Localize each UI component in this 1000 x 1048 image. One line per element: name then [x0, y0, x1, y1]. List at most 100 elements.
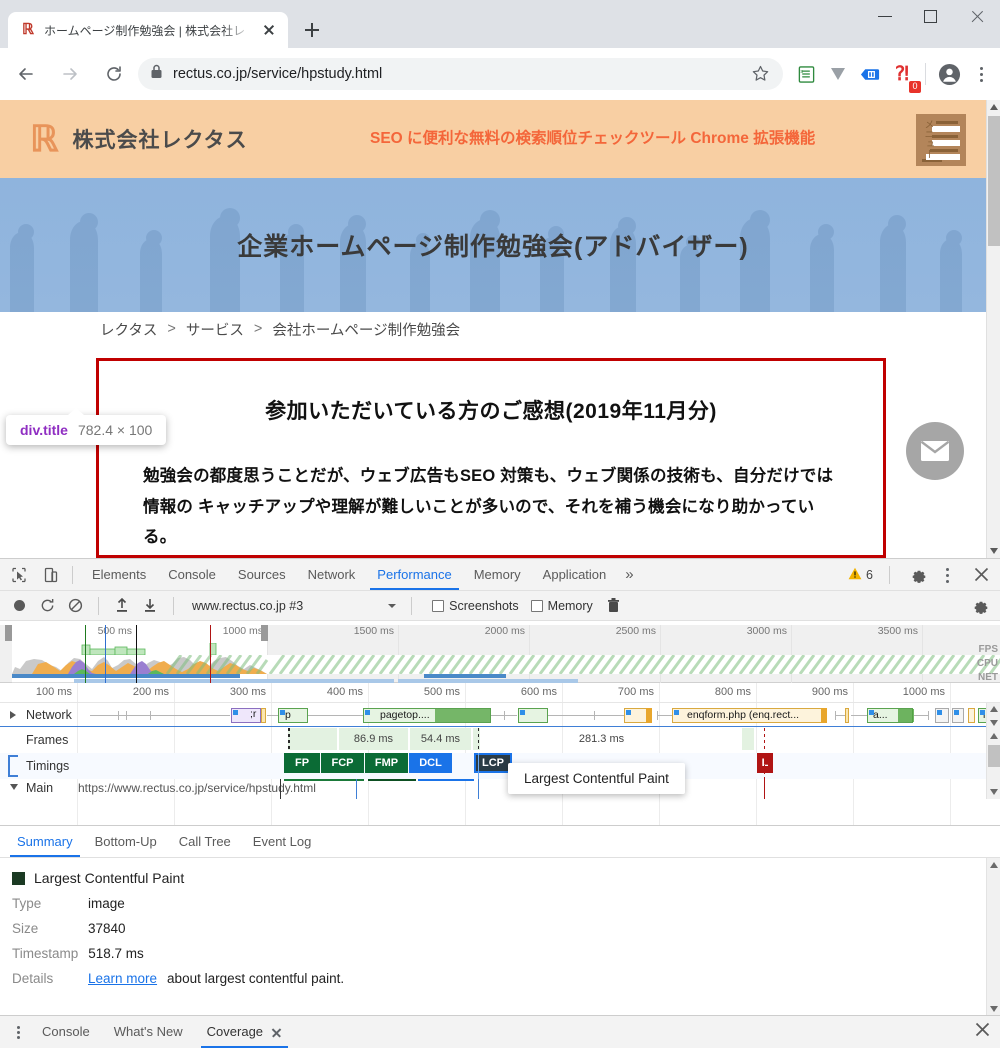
site-menu-button[interactable]: メニュー: [916, 114, 966, 166]
timeline-overview[interactable]: 500 ms 1000 ms 1500 ms 2000 ms 2500 ms 3…: [0, 625, 1000, 683]
track-timings[interactable]: Timings FP FCP FMP DCL LCP L: [0, 753, 1000, 779]
timing-marker-fcp[interactable]: FCP: [321, 753, 364, 773]
tab-elements[interactable]: Elements: [81, 559, 157, 590]
overview-right-handle[interactable]: [261, 625, 268, 641]
timing-marker-dcl[interactable]: DCL: [409, 753, 452, 773]
device-toolbar-icon[interactable]: [38, 562, 64, 588]
seo-banner-link[interactable]: SEO に便利な無料の検索順位チェックツール Chrome 拡張機能: [370, 126, 815, 148]
detail-tab-event-log[interactable]: Event Log: [242, 826, 323, 857]
network-request-chip[interactable]: [518, 708, 548, 723]
browser-tab[interactable]: ℝ ホームページ制作勉強会 | 株式会社レ: [8, 12, 288, 48]
scroll-down-arrow-icon[interactable]: [987, 785, 1000, 799]
track-main[interactable]: Main https://www.rectus.co.jp/service/hp…: [0, 779, 1000, 799]
expand-arrow-icon[interactable]: [10, 711, 16, 719]
screenshots-checkbox[interactable]: Screenshots: [432, 599, 519, 613]
reload-and-record-icon[interactable]: [34, 593, 60, 619]
save-profile-icon[interactable]: [137, 593, 163, 619]
network-request-chip[interactable]: [935, 708, 949, 723]
frame-chip[interactable]: 281.3 ms: [509, 728, 695, 750]
tab-console[interactable]: Console: [157, 559, 227, 590]
network-request-chip[interactable]: enqform.php (enq.rect...: [672, 708, 827, 723]
collect-garbage-icon[interactable]: [601, 593, 627, 619]
tab-performance[interactable]: Performance: [366, 559, 462, 590]
forward-arrow-icon[interactable]: [52, 56, 88, 92]
frame-chip[interactable]: [742, 728, 755, 750]
record-icon[interactable]: [6, 593, 32, 619]
timing-marker-fmp[interactable]: FMP: [365, 753, 408, 773]
load-profile-icon[interactable]: [109, 593, 135, 619]
drawer-more-icon[interactable]: [6, 1020, 30, 1044]
tab-network[interactable]: Network: [297, 559, 367, 590]
frame-chip[interactable]: 54.4 ms: [410, 728, 472, 750]
address-bar[interactable]: rectus.co.jp/service/hpstudy.html: [138, 58, 783, 90]
tab-memory[interactable]: Memory: [463, 559, 532, 590]
close-icon[interactable]: [271, 1027, 282, 1038]
close-devtools-icon[interactable]: [968, 562, 994, 588]
frame-chip[interactable]: [473, 728, 481, 750]
back-arrow-icon[interactable]: [8, 56, 44, 92]
star-icon[interactable]: [751, 64, 771, 84]
scrollbar-thumb[interactable]: [988, 116, 1000, 246]
memory-checkbox[interactable]: Memory: [530, 599, 593, 613]
scroll-up-arrow-icon[interactable]: [987, 729, 1000, 743]
scrollbar-thumb[interactable]: [988, 745, 1000, 767]
tab-application[interactable]: Application: [532, 559, 618, 590]
detail-tab-summary[interactable]: Summary: [6, 826, 84, 857]
overview-left-handle[interactable]: [5, 625, 12, 641]
gear-icon[interactable]: [906, 562, 932, 588]
capture-settings-gear-icon[interactable]: [968, 593, 994, 619]
clear-icon[interactable]: [62, 593, 88, 619]
track-network[interactable]: Network ;r p pagetop.... enqform.php (en…: [0, 704, 1000, 727]
timing-marker-fp[interactable]: FP: [284, 753, 320, 773]
scroll-down-arrow-icon[interactable]: [987, 1002, 1000, 1016]
timeline-tracks[interactable]: 100 ms 200 ms 300 ms 400 ms 500 ms 600 m…: [0, 683, 1000, 845]
page-scrollbar[interactable]: [986, 100, 1000, 558]
detail-tab-bottom-up[interactable]: Bottom-Up: [84, 826, 168, 857]
network-track-scrollbar[interactable]: [986, 703, 1000, 729]
inspect-element-icon[interactable]: [6, 562, 32, 588]
detail-scrollbar[interactable]: [986, 858, 1000, 1016]
network-request-chip[interactable]: p: [278, 708, 308, 723]
breadcrumb-item-service[interactable]: サービス: [186, 319, 244, 340]
mail-icon[interactable]: [906, 422, 964, 480]
frame-chip[interactable]: [288, 728, 338, 750]
chrome-menu-icon[interactable]: [968, 59, 994, 89]
detail-tab-call-tree[interactable]: Call Tree: [168, 826, 242, 857]
checkbox-box[interactable]: [432, 599, 445, 612]
reload-icon[interactable]: [96, 56, 132, 92]
scroll-up-arrow-icon[interactable]: [987, 858, 1000, 872]
frame-chip[interactable]: 86.9 ms: [339, 728, 409, 750]
timing-marker-l[interactable]: L: [757, 753, 773, 773]
reading-list-icon[interactable]: s: [791, 59, 821, 89]
rank-checker-icon[interactable]: ⁈ 0: [887, 59, 921, 93]
tag-icon[interactable]: [855, 59, 885, 89]
warning-count[interactable]: 6: [842, 567, 879, 583]
checkbox-box[interactable]: [530, 599, 543, 612]
drawer-tab-console[interactable]: Console: [30, 1016, 102, 1048]
scroll-up-arrow-icon[interactable]: [987, 100, 1000, 115]
timing-marker-lcp[interactable]: LCP: [474, 753, 512, 773]
profile-avatar-icon[interactable]: [934, 59, 964, 89]
target-select[interactable]: www.rectus.co.jp #3: [184, 597, 401, 615]
close-icon[interactable]: [954, 0, 1000, 32]
track-frames[interactable]: Frames 86.9 ms 54.4 ms 281.3 ms: [0, 728, 1000, 752]
breadcrumb-item-home[interactable]: レクタス: [100, 319, 157, 340]
network-request-chip[interactable]: [952, 708, 964, 723]
v-shape-icon[interactable]: [823, 59, 853, 89]
collapse-arrow-icon[interactable]: [10, 784, 18, 794]
learn-more-link[interactable]: Learn more: [88, 971, 157, 986]
drawer-tab-whats-new[interactable]: What's New: [102, 1016, 195, 1048]
tab-sources[interactable]: Sources: [227, 559, 297, 590]
new-tab-button[interactable]: [298, 16, 326, 44]
close-drawer-icon[interactable]: [975, 1022, 990, 1042]
minimize-icon[interactable]: [862, 0, 908, 32]
timeline-scrollbar[interactable]: [986, 729, 1000, 799]
maximize-icon[interactable]: [908, 0, 954, 32]
close-icon[interactable]: [260, 21, 278, 39]
drawer-tab-coverage[interactable]: Coverage: [195, 1016, 294, 1048]
scroll-down-arrow-icon[interactable]: [987, 716, 1000, 729]
more-options-icon[interactable]: [934, 562, 960, 588]
scroll-up-arrow-icon[interactable]: [987, 703, 1000, 716]
scroll-down-arrow-icon[interactable]: [987, 543, 1000, 558]
more-tabs-icon[interactable]: »: [617, 566, 641, 583]
